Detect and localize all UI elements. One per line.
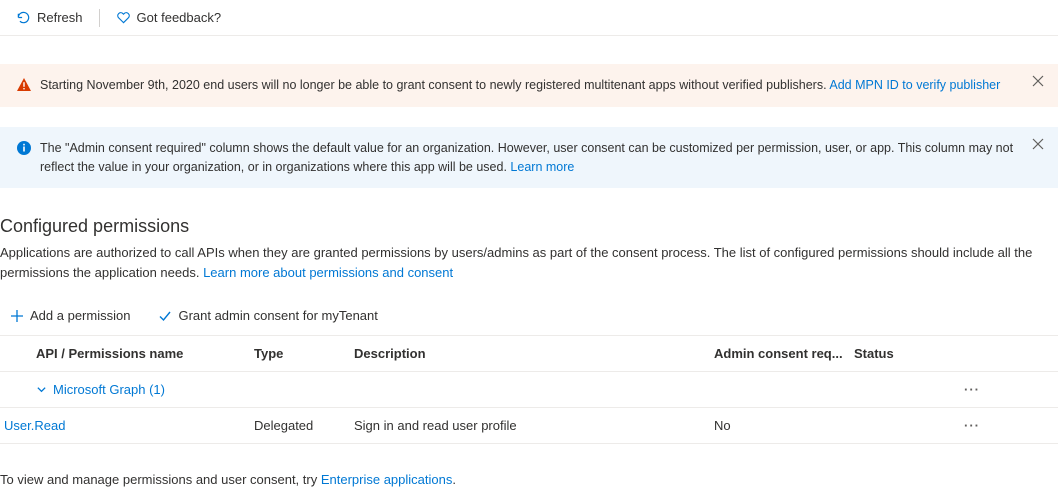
info-icon bbox=[16, 140, 32, 156]
col-description: Description bbox=[350, 346, 710, 361]
footer-text: To view and manage permissions and user … bbox=[0, 472, 321, 487]
verify-publisher-link[interactable]: Add MPN ID to verify publisher bbox=[829, 78, 1000, 92]
configured-permissions-section: Configured permissions Applications are … bbox=[0, 216, 1058, 487]
api-group-name: Microsoft Graph (1) bbox=[53, 382, 165, 397]
close-icon bbox=[1032, 138, 1044, 150]
table-header-row: API / Permissions name Type Description … bbox=[0, 336, 1058, 372]
toolbar-divider bbox=[99, 9, 100, 27]
warning-icon bbox=[16, 77, 32, 93]
command-bar: Refresh Got feedback? bbox=[0, 0, 1058, 36]
permission-description: Sign in and read user profile bbox=[350, 418, 710, 433]
permissions-action-bar: Add a permission Grant admin consent for… bbox=[0, 296, 1058, 336]
section-title: Configured permissions bbox=[0, 216, 1058, 237]
api-group-row: Microsoft Graph (1) ··· bbox=[0, 372, 1058, 408]
section-description: Applications are authorized to call APIs… bbox=[0, 243, 1058, 282]
refresh-button[interactable]: Refresh bbox=[8, 6, 91, 29]
footer-note: To view and manage permissions and user … bbox=[0, 472, 1058, 487]
heart-icon bbox=[116, 10, 131, 25]
feedback-button[interactable]: Got feedback? bbox=[108, 6, 230, 29]
section-desc-text: Applications are authorized to call APIs… bbox=[0, 245, 1032, 280]
info-body: The "Admin consent required" column show… bbox=[40, 139, 1042, 177]
permission-row: User.Read Delegated Sign in and read use… bbox=[0, 408, 1058, 444]
col-type: Type bbox=[250, 346, 350, 361]
info-banner: The "Admin consent required" column show… bbox=[0, 127, 1058, 189]
permission-admin-consent: No bbox=[710, 418, 850, 433]
warning-body: Starting November 9th, 2020 end users wi… bbox=[40, 76, 1042, 95]
grant-consent-label: Grant admin consent for myTenant bbox=[178, 308, 377, 323]
footer-period: . bbox=[452, 472, 456, 487]
permissions-learn-more-link[interactable]: Learn more about permissions and consent bbox=[203, 265, 453, 280]
feedback-label: Got feedback? bbox=[137, 10, 222, 25]
grant-consent-button[interactable]: Grant admin consent for myTenant bbox=[148, 304, 387, 327]
close-icon bbox=[1032, 75, 1044, 87]
warning-banner: Starting November 9th, 2020 end users wi… bbox=[0, 64, 1058, 107]
chevron-down-icon bbox=[36, 384, 47, 395]
plus-icon bbox=[10, 309, 24, 323]
col-status: Status bbox=[850, 346, 950, 361]
checkmark-icon bbox=[158, 309, 172, 323]
api-group-toggle[interactable]: Microsoft Graph (1) bbox=[0, 382, 250, 397]
refresh-label: Refresh bbox=[37, 10, 83, 25]
col-admin: Admin consent req... bbox=[710, 346, 850, 361]
permission-type: Delegated bbox=[250, 418, 350, 433]
row-more-button[interactable]: ··· bbox=[950, 418, 1000, 433]
close-warning-button[interactable] bbox=[1032, 74, 1044, 90]
add-permission-label: Add a permission bbox=[30, 308, 130, 323]
enterprise-applications-link[interactable]: Enterprise applications bbox=[321, 472, 453, 487]
warning-text: Starting November 9th, 2020 end users wi… bbox=[40, 78, 827, 92]
refresh-icon bbox=[16, 10, 31, 25]
permission-name-link[interactable]: User.Read bbox=[0, 418, 250, 433]
info-learn-more-link[interactable]: Learn more bbox=[510, 160, 574, 174]
permissions-table: API / Permissions name Type Description … bbox=[0, 336, 1058, 444]
group-more-button[interactable]: ··· bbox=[950, 382, 1000, 397]
add-permission-button[interactable]: Add a permission bbox=[0, 304, 140, 327]
col-name: API / Permissions name bbox=[0, 346, 250, 361]
close-info-button[interactable] bbox=[1032, 137, 1044, 153]
